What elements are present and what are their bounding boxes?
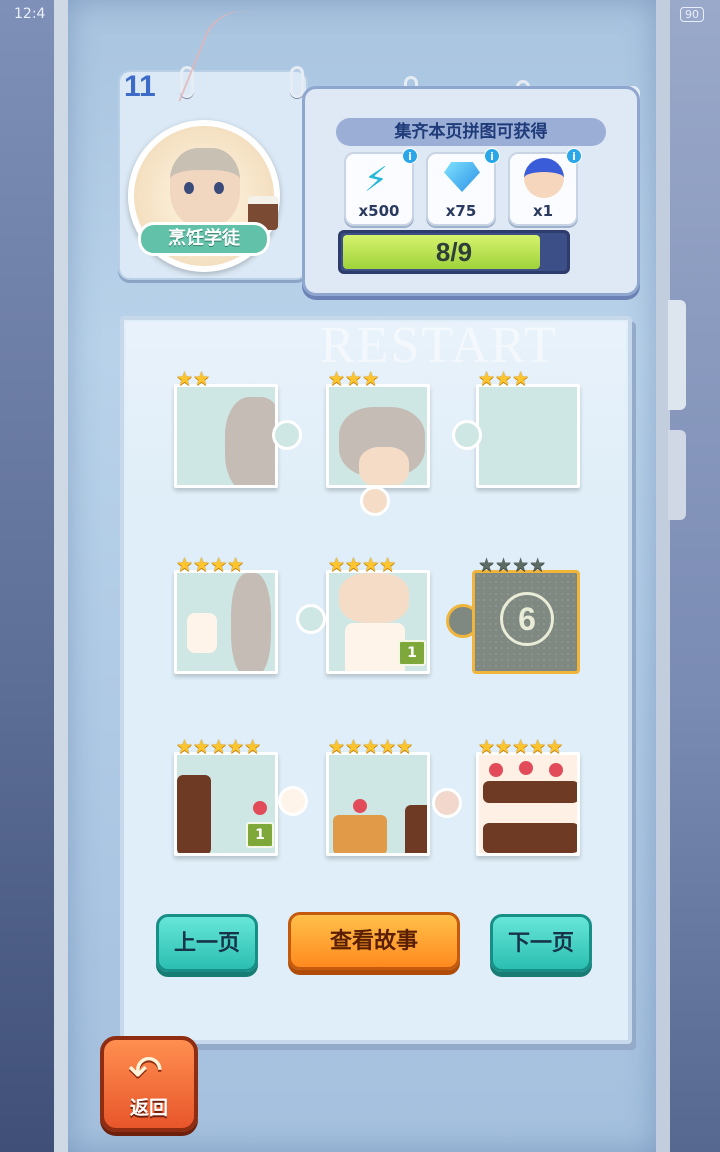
puzzle-knob [452,420,482,450]
dessert-art [187,613,217,653]
puzzle-piece-1[interactable] [174,384,278,488]
puzzle-knob [278,786,308,816]
piece-stars: ★★★★ [328,554,397,576]
medal-label: 烹饪学徒 [138,222,270,256]
collection-progress-bar: 8/9 [338,230,570,274]
energy-bolt-icon: ⚡ [364,160,388,200]
next-page-button[interactable]: 下一页 [490,914,592,972]
reward-count: x75 [445,202,477,220]
reward-count: x1 [532,202,554,220]
puzzle-piece-9[interactable] [476,752,580,856]
chef-girl-portrait [170,148,240,228]
view-story-button[interactable]: 查看故事 [288,912,460,970]
board-watermark: RESTART [320,317,558,374]
piece-stars: ★★★★ [176,554,245,576]
diamond-icon [444,162,480,192]
hair-art [231,573,271,671]
background-left [0,0,60,1152]
piece-stars: ★★★ [328,368,380,390]
cake-art [177,775,211,853]
piece-stars: ★★★★★ [176,736,262,758]
book-side-tab [668,430,686,520]
berry-art [253,801,267,815]
locked-piece-number: 6 [500,592,554,646]
binder-ring-icon [290,66,304,98]
face-art [339,573,409,623]
status-time: 12:4 [14,6,46,22]
puzzle-knob [296,604,326,634]
cake-art [483,781,577,803]
portrait-eye [184,182,194,194]
puzzle-piece-2[interactable] [326,384,430,488]
apron-art [345,623,405,671]
medal-badge[interactable]: 烹饪学徒 [118,110,290,272]
reward-title: 集齐本页拼图可获得 [336,118,606,146]
progress-text: 8/9 [435,237,473,267]
berry-art [353,799,367,813]
jester-avatar-icon [524,158,564,198]
puzzle-piece-8[interactable] [326,752,430,856]
book-side-tab [668,300,686,410]
puzzle-piece-4[interactable] [174,570,278,674]
puzzle-knob [432,788,462,818]
piece-count-badge: 1 [246,822,274,848]
piece-stars: ★★★★★ [328,736,414,758]
back-label: 返回 [129,1097,168,1119]
cake-art [333,815,387,853]
berry-art [519,761,533,775]
back-button[interactable]: ↶ 返回 [100,1036,198,1132]
battery-icon: 90 [680,7,704,22]
reward-item-energy[interactable]: ⚡ x500 i [344,148,418,226]
reward-item-avatar[interactable]: x1 i [508,148,582,226]
face-art [359,447,409,485]
berry-art [549,763,563,777]
page-number: 11 [124,70,156,103]
cake-art [483,823,577,853]
puzzle-piece-3[interactable] [476,384,580,488]
piece-stars: ★★★ [478,368,530,390]
portrait-eye [214,182,224,194]
berry-art [489,763,503,777]
info-icon[interactable]: i [484,148,500,164]
back-arrow-icon: ↶ [128,1046,164,1095]
info-icon[interactable]: i [566,148,582,164]
piece-count-badge: 1 [398,640,426,666]
piece-stars: ★★ [176,368,211,390]
puzzle-knob [272,420,302,450]
reward-item-diamond[interactable]: x75 i [426,148,500,226]
cake-art [405,805,427,853]
piece-stars: ★★★★ [478,554,547,576]
puzzle-knob [360,486,390,516]
hair-art [225,397,275,485]
info-icon[interactable]: i [402,148,418,164]
piece-stars: ★★★★★ [478,736,564,758]
prev-page-button[interactable]: 上一页 [156,914,258,972]
reward-count: x500 [358,202,400,220]
